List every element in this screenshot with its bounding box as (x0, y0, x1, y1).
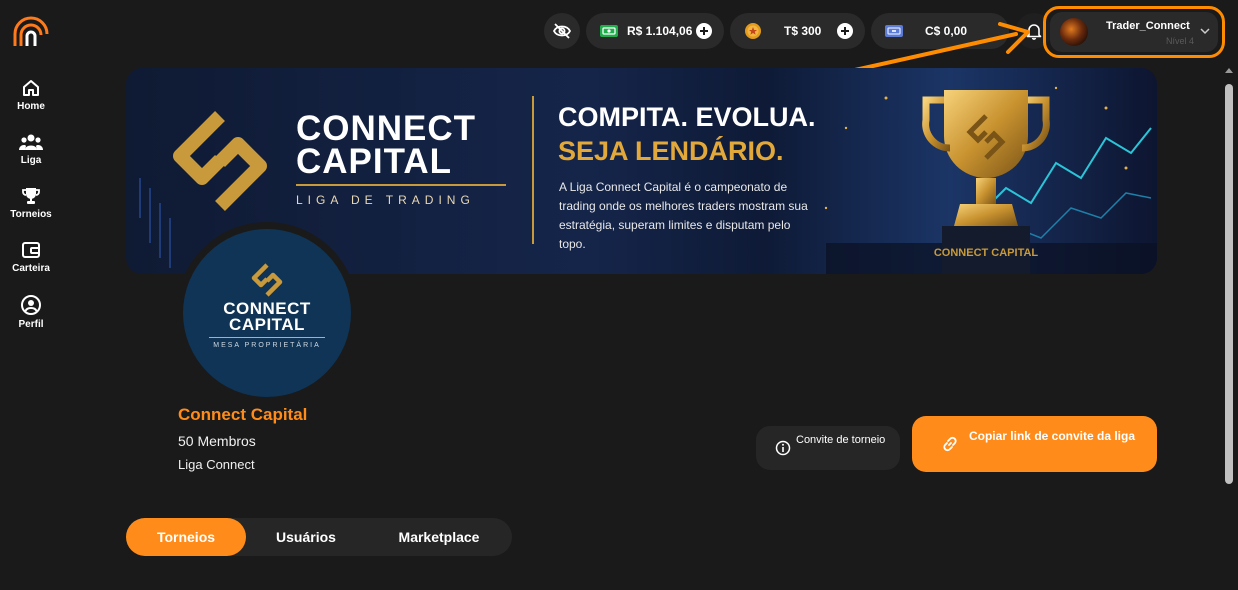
link-icon (943, 436, 957, 452)
cash-icon (600, 25, 618, 37)
user-name: Trader_Connect (1106, 20, 1190, 32)
eye-off-icon (552, 23, 572, 39)
banner-headline-1: COMPITA. EVOLUA. (558, 102, 816, 132)
page-scrollbar[interactable] (1222, 62, 1238, 590)
scrollbar-thumb[interactable] (1225, 84, 1233, 484)
scroll-up-arrow[interactable] (1225, 68, 1233, 73)
user-circle-icon (21, 295, 41, 315)
league-name: Connect Capital (178, 405, 308, 424)
user-level: Nível 4 (1165, 36, 1194, 46)
user-menu-inner: Trader_Connect Nível 4 (1050, 12, 1218, 52)
banner-headline-2: SEJA LENDÁRIO. (558, 136, 784, 166)
users-icon (19, 134, 43, 150)
brand-divider (296, 184, 506, 186)
chevron-down-icon (1200, 28, 1210, 35)
tab-marketplace[interactable]: Marketplace (376, 518, 502, 556)
sidebar-item-carteira[interactable]: Carteira (0, 240, 62, 274)
league-avatar[interactable]: CONNECT CAPITAL MESA PROPRIETÁRIA (183, 229, 351, 397)
sidebar-item-label: Torneios (10, 209, 52, 220)
sidebar-item-label: Perfil (18, 319, 44, 330)
brand-title-line2: CAPITAL (296, 142, 453, 181)
sidebar-item-label: Home (17, 101, 45, 112)
tab-torneios[interactable]: Torneios (126, 518, 246, 556)
sidebar-item-liga[interactable]: Liga (0, 132, 62, 166)
hide-balance-button[interactable] (544, 13, 580, 49)
sidebar-item-perfil[interactable]: Perfil (0, 294, 62, 330)
sidebar: Home Liga Torneios Carteira Perfil (0, 0, 62, 590)
tournament-invite-label: Convite de torneio (796, 434, 886, 446)
wallet-brl-balance[interactable]: R$ 1.104,06 (586, 13, 724, 49)
wallet-brl-amount: R$ 1.104,06 (627, 24, 693, 38)
sidebar-item-torneios[interactable]: Torneios (0, 186, 62, 220)
brand-title-line1: CONNECT (296, 109, 477, 148)
connect-capital-logo-icon (251, 263, 283, 297)
copy-invite-link-label: Copiar link de convite da liga (968, 429, 1136, 443)
league-tabs: Torneios Usuários Marketplace (126, 518, 512, 556)
brand-title: CONNECT CAPITAL (296, 109, 477, 181)
home-icon (23, 80, 39, 96)
banner-divider (532, 96, 534, 244)
sidebar-item-label: Liga (20, 155, 42, 166)
league-avatar-title: CONNECT CAPITAL (183, 300, 351, 334)
trophy-base-text: CONNECT CAPITAL (934, 247, 1039, 259)
trophy-image: CONNECT CAPITAL (922, 90, 1050, 274)
sidebar-item-label: Carteira (12, 263, 50, 274)
wallet-t-amount: T$ 300 (784, 24, 822, 38)
sidebar-item-home[interactable]: Home (0, 78, 62, 112)
user-menu[interactable]: Trader_Connect Nível 4 (1043, 6, 1225, 58)
league-type: Liga Connect (178, 457, 255, 472)
avatar (1060, 18, 1088, 46)
coin-icon (745, 23, 761, 39)
banner-description: A Liga Connect Capital é o campeonato de… (559, 180, 808, 251)
trophy-icon (22, 188, 40, 204)
tournament-invite-button[interactable]: Convite de torneio (756, 426, 900, 470)
league-avatar-title-line2: CAPITAL (229, 315, 305, 334)
league-avatar-divider (209, 337, 325, 338)
brand-subtitle: LIGA DE TRADING (296, 193, 475, 207)
app-logo-arc-icon[interactable] (11, 12, 51, 48)
connect-capital-logo-icon (173, 111, 267, 211)
league-avatar-subtitle: MESA PROPRIETÁRIA (213, 342, 321, 349)
add-brl-button[interactable] (696, 23, 712, 39)
wallet-icon (22, 242, 40, 258)
tab-usuarios[interactable]: Usuários (246, 518, 366, 556)
info-icon (775, 440, 791, 456)
league-members-count: 50 Membros (178, 433, 256, 449)
copy-invite-link-button[interactable]: Copiar link de convite da liga (912, 416, 1157, 472)
